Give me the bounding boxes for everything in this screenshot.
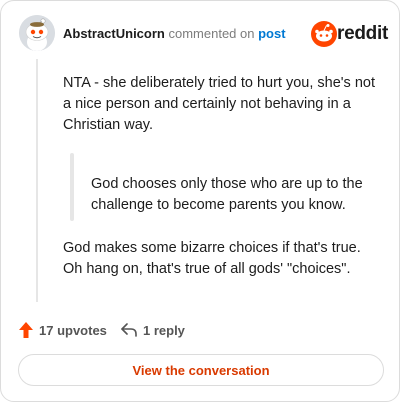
view-conversation-button[interactable]: View the conversation — [18, 354, 384, 386]
comment-header: AbstractUnicorn commented on post — [63, 26, 286, 41]
post-link[interactable]: post — [258, 26, 285, 41]
comment-card: AbstractUnicorn commented on post reddit… — [0, 0, 400, 402]
reply-arrow-icon — [121, 323, 137, 337]
upvote-arrow-icon — [19, 322, 33, 338]
reply-button[interactable]: 1 reply — [121, 319, 185, 341]
reply-count: 1 reply — [143, 322, 185, 338]
snoo-avatar-icon — [19, 15, 55, 51]
upvote-count: 17 upvotes — [39, 322, 107, 338]
thread-line — [36, 59, 38, 302]
commented-on-text: commented on — [168, 26, 255, 41]
user-avatar[interactable] — [19, 15, 55, 51]
comment-paragraph-2: God makes some bizarre choices if that's… — [63, 240, 361, 277]
quote-bar — [70, 153, 74, 221]
comment-paragraph-1: NTA - she deliberately tried to hurt you… — [63, 75, 375, 133]
reddit-wordmark: reddit — [337, 23, 388, 44]
upvote-button[interactable]: 17 upvotes — [19, 319, 107, 341]
blockquote: God chooses only those who are up to the… — [91, 176, 363, 213]
username-link[interactable]: AbstractUnicorn — [63, 26, 165, 41]
